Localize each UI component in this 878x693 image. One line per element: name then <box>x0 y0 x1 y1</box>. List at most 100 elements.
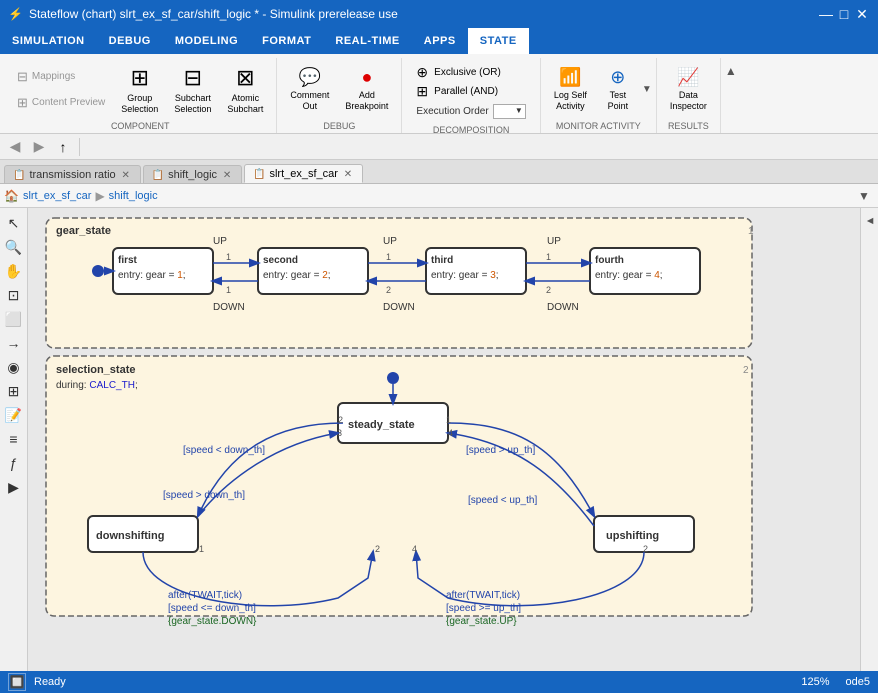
log-self-activity-button[interactable]: 📶 Log SelfActivity <box>547 61 594 119</box>
svg-text:2: 2 <box>546 285 551 295</box>
downshifting-state-name: downshifting <box>96 530 164 542</box>
close-button[interactable]: ✕ <box>854 6 870 22</box>
menu-apps[interactable]: APPS <box>412 28 468 54</box>
parallel-and-label: Parallel (AND) <box>434 86 498 97</box>
atomic-subchart-button[interactable]: ⊠ AtomicSubchart <box>220 61 270 119</box>
first-second-count-up: 1 <box>226 252 231 262</box>
menu-state[interactable]: STATE <box>468 28 529 54</box>
left-btn-pan[interactable]: ✋ <box>3 260 25 282</box>
monitor-group-label: MONITOR ACTIVITY <box>556 121 641 133</box>
tab-close-2[interactable]: ✕ <box>342 168 354 180</box>
execution-order-dropdown[interactable]: ▼ <box>493 104 526 119</box>
component-buttons: ⊟ Mappings ⊞ Content Preview ⊞ GroupSele… <box>10 58 270 121</box>
svg-text:2: 2 <box>338 415 343 425</box>
decomposition-group-label: DECOMPOSITION <box>433 125 510 137</box>
svg-text:3: 3 <box>337 428 342 438</box>
trans-up-1: UP <box>213 236 227 247</box>
fourth-state-entry: entry: gear = 4; <box>595 270 663 281</box>
add-breakpoint-button[interactable]: ● AddBreakpoint <box>338 61 395 119</box>
left-btn-simulate[interactable]: ▶ <box>3 476 25 498</box>
speed-lt-up-label: [speed < up_th] <box>468 495 537 506</box>
left-btn-add-note[interactable]: 📝 <box>3 404 25 426</box>
addr-shift-logic[interactable]: shift_logic <box>109 190 158 202</box>
left-btn-zoom[interactable]: 🔍 <box>3 236 25 258</box>
addr-slrt-ex-sf-car[interactable]: slrt_ex_sf_car <box>23 190 91 202</box>
comment-out-button[interactable]: 💬 CommentOut <box>283 61 336 119</box>
left-btn-add-truth[interactable]: ≡ <box>3 428 25 450</box>
test-point-button[interactable]: ⊕ TestPoint <box>596 61 640 119</box>
left-btn-add-transition[interactable]: → <box>3 332 25 354</box>
upshifting-state-name: upshifting <box>606 530 659 542</box>
parallel-and-row[interactable]: ⊞ Parallel (AND) <box>416 83 525 100</box>
tab-icon-2: 📋 <box>253 169 265 180</box>
content-preview-label: Content Preview <box>32 97 105 108</box>
left-btn-add-func[interactable]: ƒ <box>3 452 25 474</box>
up-button[interactable]: ↑ <box>52 136 74 158</box>
results-group-label: RESULTS <box>668 121 709 133</box>
minimize-button[interactable]: — <box>818 6 834 22</box>
debug-buttons: 💬 CommentOut ● AddBreakpoint <box>283 58 395 121</box>
atomic-subchart-icon: ⊠ <box>236 65 254 91</box>
tab-shift-logic[interactable]: 📋 shift_logic ✕ <box>143 165 242 183</box>
menu-debug[interactable]: DEBUG <box>97 28 163 54</box>
trans-down-2: DOWN <box>383 302 415 313</box>
menu-simulation[interactable]: SIMULATION <box>0 28 97 54</box>
tab-transmission-ratio[interactable]: 📋 transmission ratio ✕ <box>4 165 141 183</box>
tab-slrt-ex-sf-car[interactable]: 📋 slrt_ex_sf_car ✕ <box>244 164 363 183</box>
status-text: Ready <box>34 676 66 688</box>
second-first-count-down: 1 <box>226 285 231 295</box>
titlebar-left: ⚡ Stateflow (chart) slrt_ex_sf_car/shift… <box>8 7 398 21</box>
log-self-label: Log SelfActivity <box>554 90 587 112</box>
zoom-level: 125% <box>801 676 829 688</box>
svg-text:4: 4 <box>412 544 417 554</box>
titlebar-title: Stateflow (chart) slrt_ex_sf_car/shift_l… <box>29 7 398 21</box>
tab-close-0[interactable]: ✕ <box>120 169 132 181</box>
monitor-expand-button[interactable]: ▼ <box>642 84 650 95</box>
gear-state-up: {gear_state.UP} <box>446 616 517 627</box>
trans-up-2: UP <box>383 236 397 247</box>
canvas-inner: gear_state 1 first entry: gear = 1; seco… <box>28 208 860 671</box>
exclusive-or-row[interactable]: ⊕ Exclusive (OR) <box>416 64 525 81</box>
ribbon-monitor-group: 📶 Log SelfActivity ⊕ TestPoint ▼ MONITOR… <box>541 58 657 133</box>
svg-text:2: 2 <box>643 544 648 554</box>
content-preview-button[interactable]: ⊞ Content Preview <box>10 91 112 115</box>
tab-close-1[interactable]: ✕ <box>221 169 233 181</box>
ribbon-collapse-button[interactable]: ▲ <box>723 62 739 80</box>
ribbon-component-group: ⊟ Mappings ⊞ Content Preview ⊞ GroupSele… <box>4 58 277 133</box>
selection-state-box <box>46 356 752 616</box>
menu-modeling[interactable]: MODELING <box>163 28 250 54</box>
right-collapse-btn[interactable]: ▼ <box>861 212 878 230</box>
first-state-entry: entry: gear = 1; <box>118 270 186 281</box>
left-btn-select[interactable]: ↖ <box>3 212 25 234</box>
atomic-subchart-label: AtomicSubchart <box>227 93 263 115</box>
status-right: 125% ode5 <box>801 676 870 688</box>
menu-format[interactable]: FORMAT <box>250 28 323 54</box>
speed-ge-up: [speed >= up_th] <box>446 603 521 614</box>
group-selection-button[interactable]: ⊞ GroupSelection <box>114 61 165 119</box>
second-state-entry: entry: gear = 2; <box>263 270 331 281</box>
right-toolbar: ▼ <box>860 208 878 671</box>
back-button[interactable]: ◀ <box>4 136 26 158</box>
solver-label: ode5 <box>846 676 870 688</box>
comment-out-label: CommentOut <box>290 90 329 112</box>
left-btn-fitview[interactable]: ⊡ <box>3 284 25 306</box>
forward-button[interactable]: ▶ <box>28 136 50 158</box>
maximize-button[interactable]: □ <box>836 6 852 22</box>
mappings-button[interactable]: ⊟ Mappings <box>10 65 112 89</box>
after-twait-up1: after(TWAIT,tick) <box>446 590 520 601</box>
tabs-bar: 📋 transmission ratio ✕ 📋 shift_logic ✕ 📋… <box>0 160 878 184</box>
svg-text:4: 4 <box>448 428 453 438</box>
subchart-selection-icon: ⊟ <box>184 65 202 91</box>
subchart-selection-button[interactable]: ⊟ SubchartSelection <box>167 61 218 119</box>
left-btn-add-state[interactable]: ⬜ <box>3 308 25 330</box>
gear-state-number: 1 <box>748 226 754 237</box>
titlebar: ⚡ Stateflow (chart) slrt_ex_sf_car/shift… <box>0 0 878 28</box>
addr-expand-button[interactable]: ▼ <box>854 186 874 206</box>
menu-realtime[interactable]: REAL-TIME <box>323 28 411 54</box>
group-selection-icon: ⊞ <box>131 65 149 91</box>
data-inspector-button[interactable]: 📈 DataInspector <box>663 61 714 119</box>
left-btn-add-junction[interactable]: ◉ <box>3 356 25 378</box>
main-area: ↖ 🔍 ✋ ⊡ ⬜ → ◉ ⊞ 📝 ≡ ƒ ▶ gear_state 1 fir… <box>0 208 878 671</box>
trans-up-3: UP <box>547 236 561 247</box>
left-btn-add-box[interactable]: ⊞ <box>3 380 25 402</box>
